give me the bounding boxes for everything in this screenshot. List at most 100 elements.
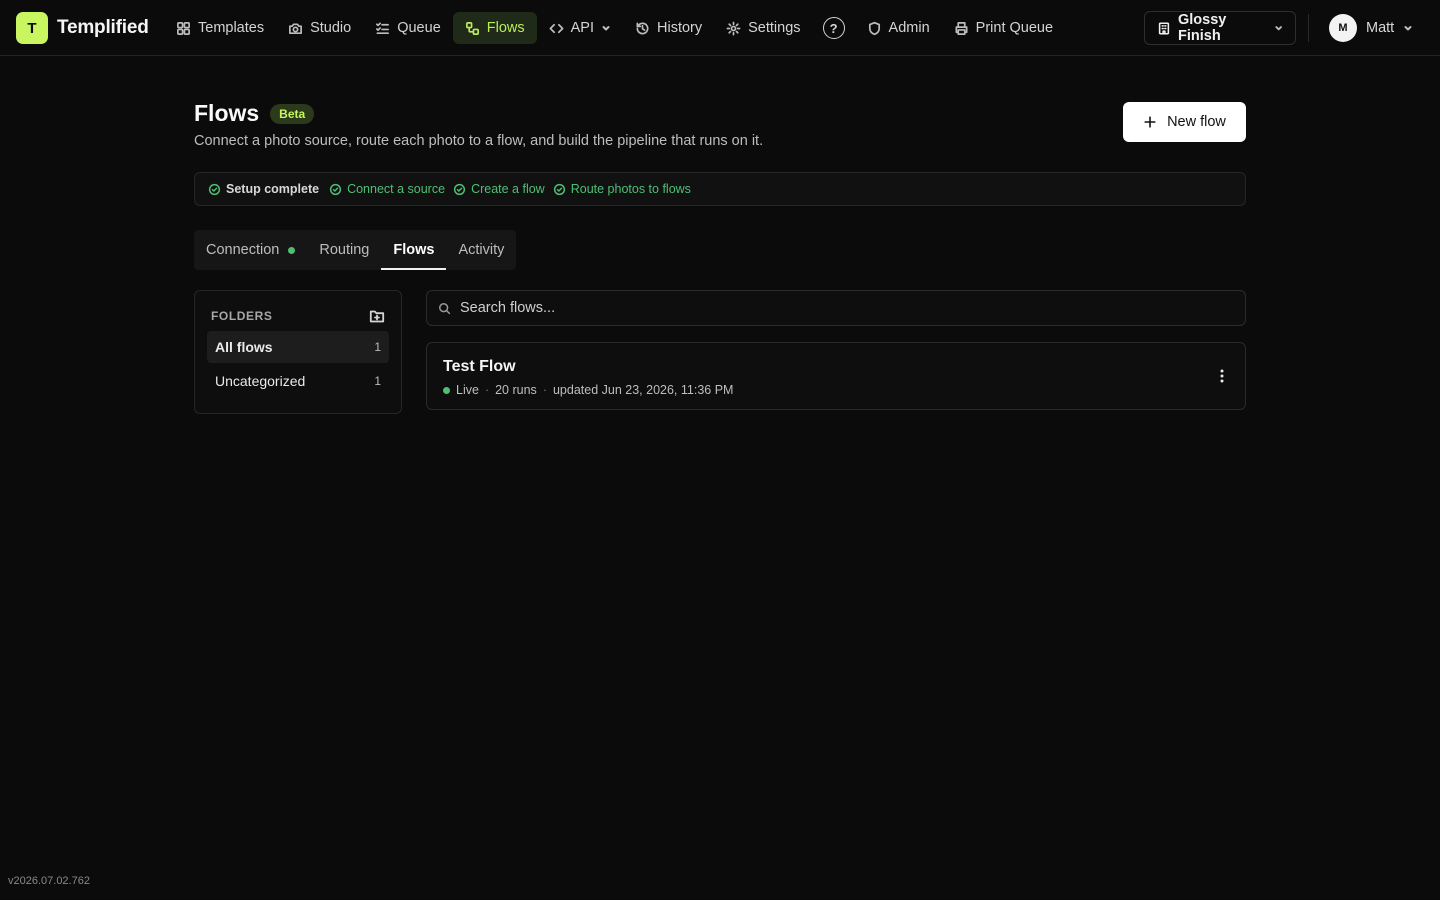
new-folder-button[interactable] bbox=[369, 308, 385, 324]
nav-item-label: API bbox=[570, 20, 595, 36]
list-check-icon bbox=[376, 22, 390, 34]
search-icon bbox=[439, 302, 451, 314]
folders-header: FOLDERS bbox=[207, 303, 389, 329]
tab-label: Activity bbox=[458, 242, 505, 258]
folders-panel: FOLDERS All flows 1 Uncategorized 1 bbox=[194, 290, 402, 414]
setup-step-label: Route photos to flows bbox=[570, 182, 691, 196]
top-navigation-bar: T Templified Templates Studio Queue Flow… bbox=[0, 0, 1440, 56]
flow-status: Live bbox=[456, 383, 479, 397]
building-icon bbox=[1158, 21, 1170, 35]
more-vertical-icon bbox=[1220, 369, 1224, 383]
app-version: v2026.07.02.762 bbox=[8, 875, 90, 887]
flow-updated: updated Jun 23, 2026, 11:36 PM bbox=[552, 383, 734, 397]
nav-item-print-queue[interactable]: Print Queue bbox=[942, 12, 1065, 44]
check-circle-icon bbox=[329, 183, 342, 195]
folder-item-uncategorized[interactable]: Uncategorized 1 bbox=[207, 365, 389, 397]
title-row: Flows Beta bbox=[194, 100, 1246, 127]
setup-status-label: Setup complete bbox=[226, 182, 320, 196]
nav-item-admin[interactable]: Admin bbox=[855, 12, 942, 44]
nav-item-label: Queue bbox=[397, 20, 441, 36]
avatar: M bbox=[1329, 14, 1357, 42]
nav-item-flows[interactable]: Flows bbox=[452, 12, 537, 44]
setup-step-label: Create a flow bbox=[471, 182, 545, 196]
page-title: Flows bbox=[194, 100, 260, 126]
setup-step-create-flow[interactable]: Create a flow bbox=[453, 182, 545, 196]
setup-step-connect-source[interactable]: Connect a source bbox=[329, 182, 445, 196]
user-menu[interactable]: M Matt bbox=[1329, 14, 1413, 42]
flow-card[interactable]: Test Flow Live · 20 runs · updated Jun 2… bbox=[426, 342, 1246, 410]
separator: · bbox=[542, 383, 547, 397]
tab-flows[interactable]: Flows bbox=[381, 230, 447, 270]
printer-icon bbox=[955, 21, 968, 35]
separator: · bbox=[484, 383, 490, 397]
folder-count: 1 bbox=[374, 374, 381, 388]
history-icon bbox=[636, 21, 649, 34]
grid-icon bbox=[177, 21, 190, 35]
folders-heading: FOLDERS bbox=[211, 309, 273, 323]
nav-item-label: Admin bbox=[888, 20, 930, 36]
nav-item-api[interactable]: API bbox=[537, 12, 623, 44]
beta-badge: Beta bbox=[270, 103, 315, 124]
flow-meta: Live · 20 runs · updated Jun 23, 2026, 1… bbox=[443, 383, 733, 397]
nav-item-label: Settings bbox=[748, 20, 801, 36]
code-icon bbox=[549, 23, 564, 33]
tab-routing[interactable]: Routing bbox=[307, 230, 381, 270]
nav-item-label: Templates bbox=[198, 20, 265, 36]
flow-runs: 20 runs bbox=[495, 383, 537, 397]
setup-step-route-photos[interactable]: Route photos to flows bbox=[553, 182, 691, 196]
workflow-icon bbox=[465, 21, 479, 35]
chevron-down-icon bbox=[1275, 26, 1282, 31]
tab-label: Routing bbox=[319, 242, 370, 258]
nav-item-queue[interactable]: Queue bbox=[363, 12, 453, 44]
search-input[interactable] bbox=[460, 300, 1234, 316]
folder-item-all-flows[interactable]: All flows 1 bbox=[207, 331, 389, 363]
nav-item-templates[interactable]: Templates bbox=[164, 12, 276, 44]
section-tabs: Connection Routing Flows Activity bbox=[194, 230, 517, 270]
search-box bbox=[426, 290, 1246, 326]
setup-status: Setup complete bbox=[208, 182, 319, 196]
tab-activity[interactable]: Activity bbox=[446, 230, 516, 270]
gear-icon bbox=[726, 21, 741, 35]
live-status-dot bbox=[443, 386, 450, 394]
check-circle-icon bbox=[208, 183, 221, 195]
tab-connection[interactable]: Connection bbox=[194, 230, 307, 270]
main-nav: Templates Studio Queue Flows API History… bbox=[164, 12, 1065, 44]
new-flow-label: New flow bbox=[1167, 114, 1226, 130]
page-subtitle: Connect a photo source, route each photo… bbox=[194, 133, 764, 149]
setup-status-banner: Setup complete Connect a source Create a… bbox=[194, 172, 1246, 206]
nav-item-label: Studio bbox=[310, 20, 352, 36]
tab-label: Connection bbox=[206, 242, 280, 258]
nav-item-settings[interactable]: Settings bbox=[714, 12, 812, 44]
user-name: Matt bbox=[1366, 20, 1395, 36]
setup-step-label: Connect a source bbox=[347, 182, 446, 196]
nav-item-history[interactable]: History bbox=[623, 12, 714, 44]
brand[interactable]: T Templified bbox=[16, 12, 149, 44]
folder-count: 1 bbox=[374, 340, 381, 354]
help-button[interactable]: ? bbox=[813, 12, 855, 44]
shield-icon bbox=[868, 21, 880, 35]
folder-label: All flows bbox=[215, 339, 273, 355]
app-logo: T bbox=[16, 12, 48, 44]
chevron-down-icon bbox=[602, 26, 610, 31]
folder-label: Uncategorized bbox=[215, 373, 306, 389]
workspace-name: Glossy Finish bbox=[1177, 12, 1227, 44]
connection-status-dot bbox=[288, 246, 296, 254]
nav-item-label: History bbox=[657, 20, 703, 36]
app-name: Templified bbox=[57, 17, 149, 38]
nav-item-label: Flows bbox=[486, 20, 525, 36]
tab-label: Flows bbox=[393, 242, 435, 258]
folder-plus-icon bbox=[369, 310, 385, 323]
help-icon: ? bbox=[822, 17, 845, 39]
nav-item-studio[interactable]: Studio bbox=[276, 12, 363, 44]
check-circle-icon bbox=[453, 183, 466, 195]
flow-options-button[interactable] bbox=[1211, 365, 1233, 387]
plus-icon bbox=[1144, 116, 1156, 128]
page-header: Flows Beta Connect a photo source, route… bbox=[194, 100, 1246, 149]
chevron-down-icon bbox=[1404, 26, 1412, 31]
flow-name: Test Flow bbox=[443, 358, 516, 375]
workspace-switcher[interactable]: Glossy Finish bbox=[1144, 11, 1296, 45]
new-flow-button[interactable]: New flow bbox=[1123, 102, 1246, 142]
nav-item-label: Print Queue bbox=[975, 20, 1054, 36]
divider bbox=[1308, 14, 1309, 42]
check-circle-icon bbox=[553, 183, 565, 195]
